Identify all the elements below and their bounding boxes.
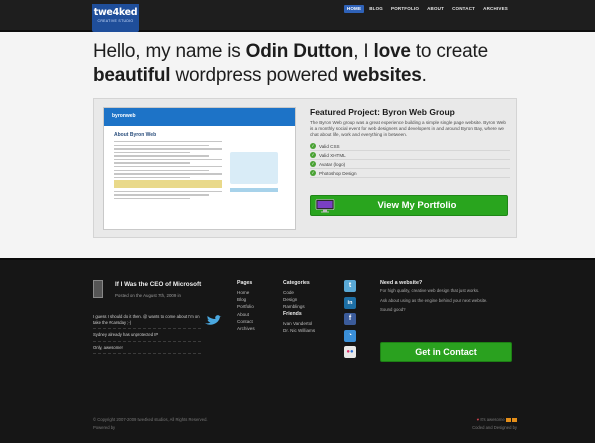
- tweet: Sydney already has unprotected IP: [93, 332, 201, 342]
- project-info: Featured Project: Byron Web Group The By…: [310, 107, 510, 178]
- copyright-text: © Copyright 2007-2009 twe4ked studios, A…: [93, 417, 208, 422]
- footer-link-archives[interactable]: Archives: [237, 325, 255, 332]
- hero-intro: Hello, my name is Odin Dutton, I love to…: [93, 40, 533, 88]
- bookmark-icon: [505, 417, 511, 422]
- category-link[interactable]: Ramblings: [283, 303, 315, 310]
- credits-line-1: ♥ It's awesome: [472, 416, 517, 424]
- check-item: ✓ Avatar (logo): [310, 160, 510, 169]
- page: twe4ked CREATIVE STUDIO HOME BLOG PORTFO…: [0, 0, 595, 443]
- hero-text: Hello, my name is Odin Dutton, I love to…: [93, 41, 488, 86]
- twitter-feed: I guess I should do it then. @ wants to …: [93, 314, 201, 357]
- nav-archives[interactable]: ARCHIVES: [480, 5, 511, 13]
- pages-column: Pages Home Blog Portfolio About Contact …: [237, 280, 255, 332]
- twitter-bird-icon[interactable]: [204, 314, 222, 328]
- logo-text: twe4ked: [93, 7, 138, 18]
- powered-by: Powered by: [93, 425, 116, 430]
- footer-link-portfolio[interactable]: Portfolio: [237, 303, 255, 310]
- need-website-text-3: Sound good?: [380, 307, 406, 313]
- tweet: Only, awesome!: [93, 345, 201, 355]
- friend-link[interactable]: Dr. Nic Williams: [283, 327, 315, 334]
- need-website-text-2: Ask about using as the engine behind you…: [380, 297, 488, 303]
- rss-small-icon: [512, 417, 517, 422]
- footer-link-about[interactable]: About: [237, 311, 255, 318]
- main-nav: HOME BLOG PORTFOLIO ABOUT CONTACT ARCHIV…: [343, 5, 511, 13]
- get-in-contact-button[interactable]: Get in Contact: [380, 342, 512, 362]
- project-screenshot[interactable]: byronweb About Byron Web: [103, 107, 296, 230]
- nav-blog[interactable]: BLOG: [366, 5, 386, 13]
- screenshot-content: About Byron Web: [114, 132, 222, 201]
- featured-project: byronweb About Byron Web Featured Projec…: [93, 98, 517, 238]
- project-description: The Byron Web group was a great experien…: [310, 120, 506, 137]
- check-icon: ✓: [310, 170, 316, 176]
- check-item: ✓ Valid XHTML: [310, 151, 510, 160]
- credits: ♥ It's awesome Coded and Designed by: [472, 416, 517, 432]
- view-portfolio-label: View My Portfolio: [377, 200, 457, 211]
- post-icon: [93, 280, 103, 298]
- footer-link-contact[interactable]: Contact: [237, 318, 255, 325]
- check-item: ✓ Photoshop Design: [310, 169, 510, 178]
- credits-line-2: Coded and Designed by: [472, 425, 517, 430]
- screenshot-sidebar-box: [230, 152, 278, 184]
- categories-heading: Categories: [283, 280, 310, 286]
- footer-link-home[interactable]: Home: [237, 289, 255, 296]
- screenshot-logo: byronweb: [112, 113, 136, 119]
- nav-home[interactable]: HOME: [343, 5, 365, 13]
- logo-tagline: CREATIVE STUDIO: [97, 19, 134, 23]
- post-date: Posted on the August 7th, 2009 in: [115, 293, 181, 298]
- view-portfolio-button[interactable]: View My Portfolio: [310, 195, 508, 216]
- pages-heading: Pages: [237, 280, 253, 286]
- category-link[interactable]: Design: [283, 296, 315, 303]
- twitter-icon[interactable]: t: [344, 280, 356, 292]
- footer-link-blog[interactable]: Blog: [237, 296, 255, 303]
- flickr-icon[interactable]: ●●: [344, 346, 356, 358]
- copyright: © Copyright 2007-2009 twe4ked studios, A…: [93, 416, 208, 432]
- nav-portfolio[interactable]: PORTFOLIO: [388, 5, 422, 13]
- social-links: t in f ◔ ●●: [344, 280, 356, 363]
- check-icon: ✓: [310, 152, 316, 158]
- categories-column: Categories Code Design Ramblings Friends…: [283, 280, 315, 334]
- check-item: ✓ Valid CSS: [310, 142, 510, 151]
- screenshot-sidebar-bar: [230, 188, 278, 192]
- category-link[interactable]: Code: [283, 289, 315, 296]
- tweet: I guess I should do it then. @ wants to …: [93, 314, 201, 330]
- screenshot-title: About Byron Web: [114, 132, 157, 138]
- need-website-heading: Need a website?: [380, 280, 423, 286]
- top-bar: twe4ked CREATIVE STUDIO HOME BLOG PORTFO…: [0, 0, 595, 32]
- screenshot-header: byronweb: [104, 108, 295, 126]
- need-website-box: Need a website? For high quality, creati…: [380, 280, 512, 317]
- friend-link[interactable]: Ivan Vandertol: [283, 320, 315, 327]
- rss-icon[interactable]: ◔: [344, 329, 356, 342]
- nav-about[interactable]: ABOUT: [424, 5, 447, 13]
- friends-heading: Friends: [283, 310, 302, 317]
- linkedin-icon[interactable]: in: [344, 296, 356, 309]
- need-website-text-1: For high quality, creative web design th…: [380, 288, 480, 293]
- check-icon: ✓: [310, 161, 316, 167]
- site-footer: If I Was the CEO of Microsoft Posted on …: [0, 258, 595, 443]
- check-icon: ✓: [310, 143, 316, 149]
- post-title[interactable]: If I Was the CEO of Microsoft: [115, 281, 201, 288]
- facebook-icon[interactable]: f: [344, 313, 356, 325]
- project-checklist: ✓ Valid CSS ✓ Valid XHTML ✓ Avatar (logo) ✓…: [310, 142, 510, 178]
- site-logo[interactable]: twe4ked CREATIVE STUDIO: [92, 4, 139, 32]
- nav-contact[interactable]: CONTACT: [449, 5, 478, 13]
- project-title: Featured Project: Byron Web Group: [310, 107, 455, 117]
